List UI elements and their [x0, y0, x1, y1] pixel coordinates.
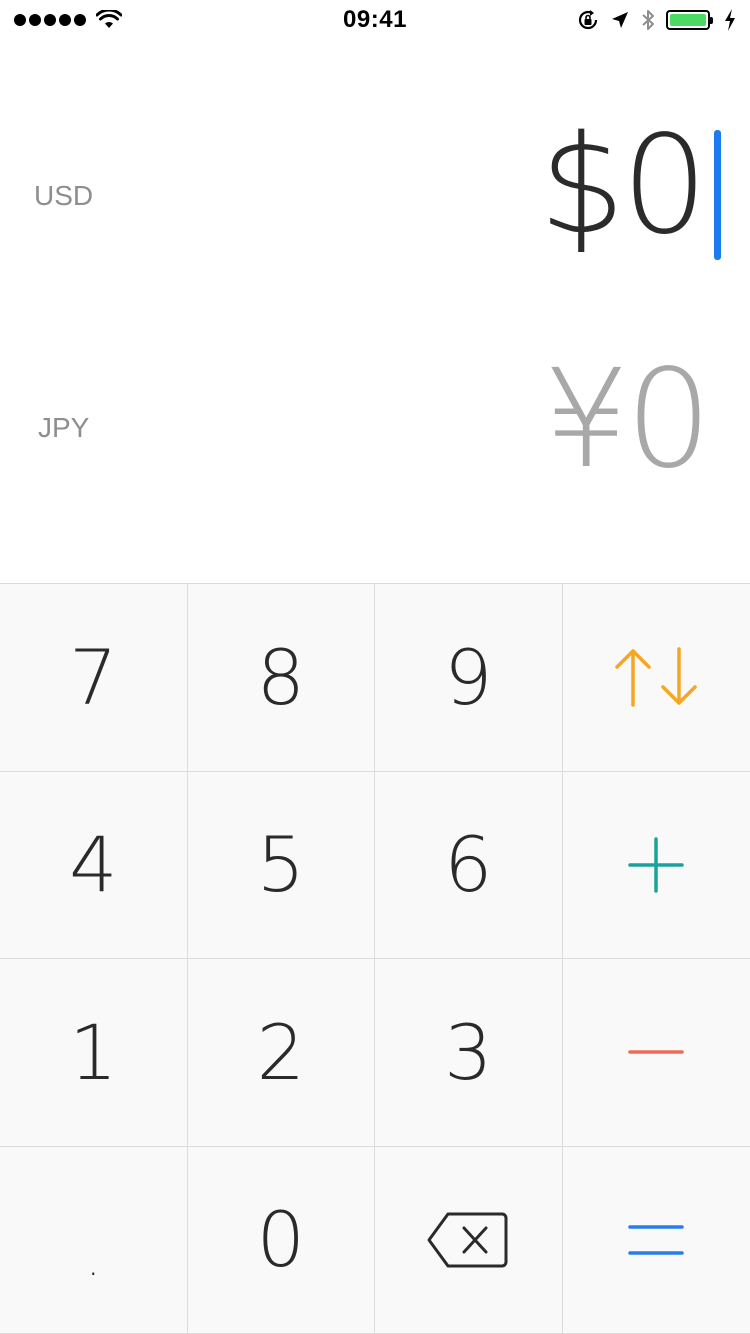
key-5[interactable]: 5	[187, 771, 375, 959]
keypad: 7 8 9 4 5 6 1 2 3 . 0	[0, 583, 750, 1334]
key-3[interactable]: 3	[375, 959, 563, 1147]
plus-button[interactable]	[562, 771, 750, 959]
wifi-icon	[96, 10, 122, 28]
equals-icon	[628, 1225, 684, 1255]
key-1[interactable]: 1	[0, 959, 188, 1147]
plus-icon	[628, 837, 684, 893]
source-currency-code[interactable]: USD	[34, 180, 93, 212]
swap-currencies-button[interactable]	[562, 584, 750, 772]
backspace-icon	[427, 1212, 508, 1268]
text-caret	[714, 130, 721, 260]
target-currency-row[interactable]: JPY ¥0	[0, 328, 750, 528]
signal-icon	[14, 14, 86, 26]
backspace-button[interactable]	[375, 1146, 563, 1334]
battery-level	[669, 14, 706, 26]
minus-button[interactable]	[562, 959, 750, 1147]
key-6[interactable]: 6	[375, 771, 563, 959]
rotation-lock-icon	[578, 10, 598, 30]
battery-icon	[665, 10, 713, 30]
key-decimal[interactable]: .	[0, 1146, 188, 1334]
status-left	[14, 10, 214, 30]
charging-icon	[724, 9, 735, 31]
target-currency-code[interactable]: JPY	[38, 412, 89, 444]
key-4[interactable]: 4	[0, 771, 188, 959]
status-right	[536, 8, 736, 32]
key-9[interactable]: 9	[375, 584, 563, 772]
key-7[interactable]: 7	[0, 584, 188, 772]
key-2[interactable]: 2	[187, 959, 375, 1147]
location-icon	[611, 12, 628, 28]
bluetooth-icon	[642, 10, 654, 30]
key-0[interactable]: 0	[187, 1146, 375, 1334]
source-amount[interactable]: $0	[539, 118, 708, 254]
target-amount[interactable]: ¥0	[543, 352, 712, 488]
equals-button[interactable]	[562, 1146, 750, 1334]
source-currency-row[interactable]: USD $0	[0, 96, 750, 296]
key-8[interactable]: 8	[187, 584, 375, 772]
status-bar: 09:41	[0, 0, 750, 40]
swap-arrows-icon	[615, 647, 697, 707]
minus-icon	[628, 1050, 684, 1054]
status-time: 09:41	[343, 6, 407, 33]
